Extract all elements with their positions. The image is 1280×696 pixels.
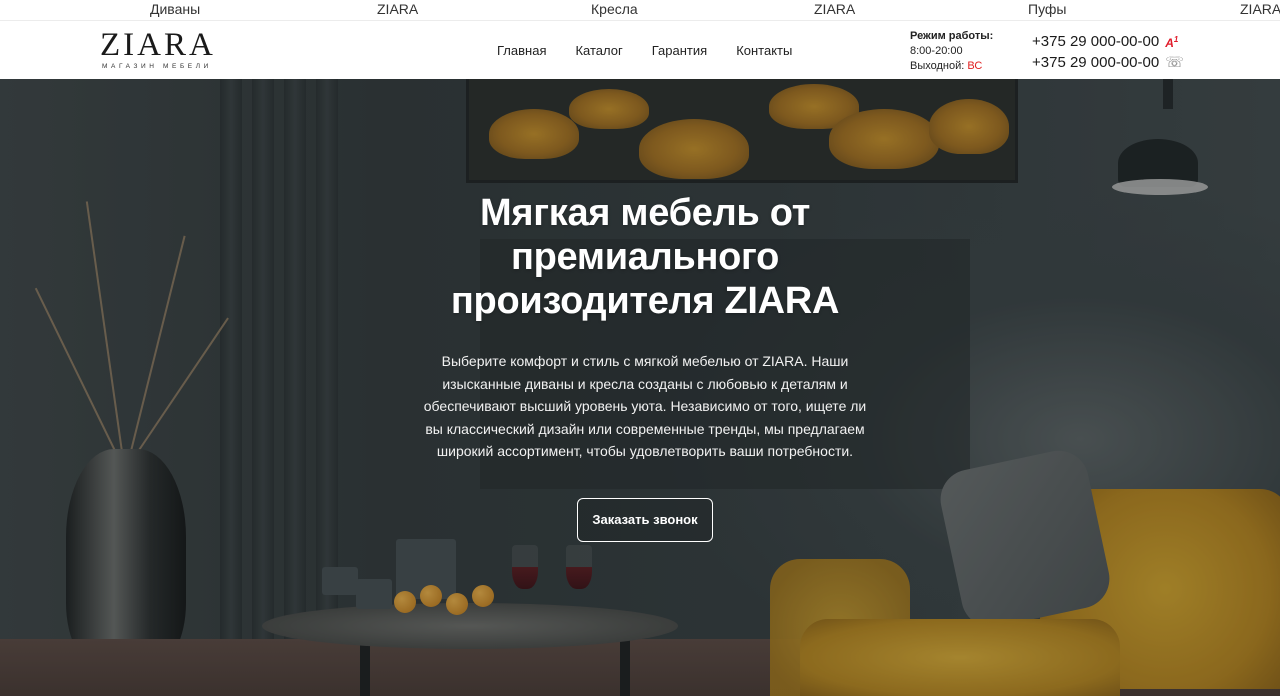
ticker-item[interactable]: ZIARA: [814, 1, 855, 17]
ticker-item[interactable]: Пуфы: [1028, 1, 1067, 17]
logo-title: ZIARA: [100, 27, 216, 63]
ticker-item[interactable]: Диваны: [150, 1, 200, 17]
site-logo[interactable]: ZIARA МАГАЗИН МЕБЕЛИ: [100, 29, 220, 73]
working-hours: Режим работы: 8:00-20:00 Выходной: ВС: [910, 29, 993, 74]
order-call-button[interactable]: Заказать звонок: [577, 497, 713, 542]
category-ticker: Диваны ZIARA Кресла ZIARA Пуфы ZIARA: [0, 0, 1280, 20]
phone-row: +375 29 000-00-00 A1: [1032, 31, 1184, 52]
nav-home[interactable]: Главная: [497, 43, 546, 58]
hero-title: Мягкая мебель от премиального произодите…: [450, 192, 840, 322]
hero-description: Выберите комфорт и стиль с мягкой мебель…: [423, 353, 867, 459]
hours-time: 8:00-20:00: [910, 45, 963, 57]
landline-phone-icon: ☏: [1165, 54, 1184, 71]
nav-contacts[interactable]: Контакты: [736, 43, 792, 58]
phone-row: +375 29 000-00-00 ☏: [1032, 52, 1184, 73]
hero-content: Мягкая мебель от премиального произодите…: [400, 191, 890, 542]
ticker-item[interactable]: Кресла: [591, 1, 638, 17]
site-header: ZIARA МАГАЗИН МЕБЕЛИ Главная Каталог Гар…: [0, 20, 1280, 78]
ticker-item[interactable]: ZIARA: [1240, 1, 1280, 17]
nav-catalog[interactable]: Каталог: [575, 43, 622, 58]
day-off: Выходной: ВС: [910, 59, 993, 74]
phone-link-a1[interactable]: +375 29 000-00-00: [1032, 31, 1159, 52]
nav-warranty[interactable]: Гарантия: [652, 43, 707, 58]
day-off-label: Выходной:: [910, 60, 965, 72]
hours-title: Режим работы:: [910, 30, 994, 42]
day-off-value: ВС: [967, 60, 983, 72]
ticker-item[interactable]: ZIARA: [377, 1, 418, 17]
hero-banner: Мягкая мебель от премиального произодите…: [0, 79, 1280, 696]
a1-operator-icon: A1: [1165, 35, 1179, 50]
main-nav: Главная Каталог Гарантия Контакты: [497, 43, 792, 58]
logo-subtitle: МАГАЗИН МЕБЕЛИ: [102, 63, 212, 70]
phone-link-landline[interactable]: +375 29 000-00-00: [1032, 52, 1159, 73]
phone-list: +375 29 000-00-00 A1 +375 29 000-00-00 ☏: [1032, 31, 1184, 73]
